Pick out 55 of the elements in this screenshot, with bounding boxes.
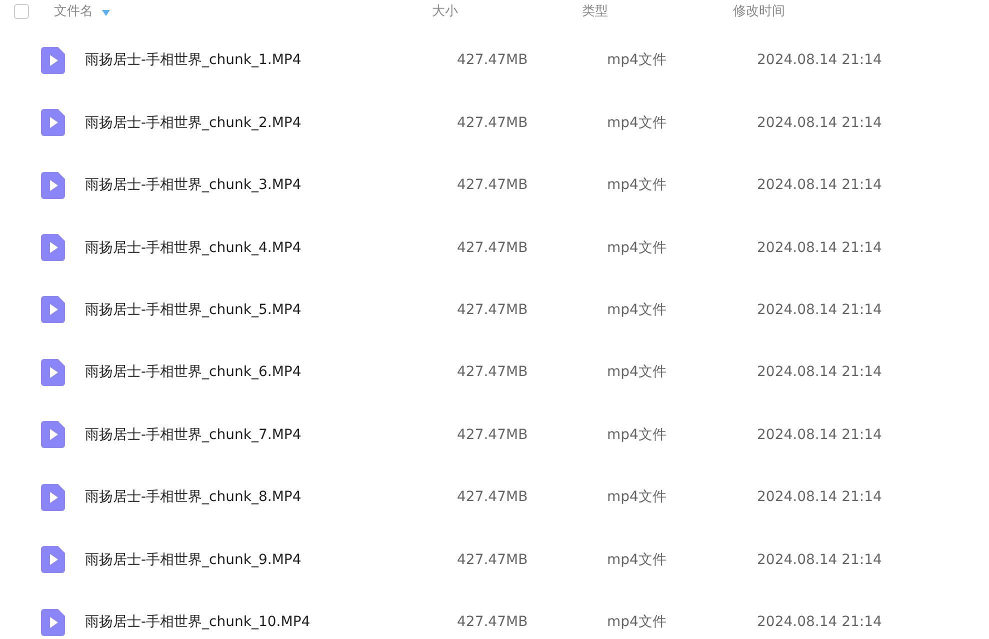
column-header[interactable]: 文件名	[54, 2, 93, 20]
video-file-icon	[41, 46, 65, 74]
file-type: mp4文件	[607, 176, 668, 194]
file-type: mp4文件	[607, 51, 668, 70]
file-size: 427.47MB	[457, 114, 529, 131]
modified-time: 2024.08.14 21:14	[757, 364, 882, 380]
file-name[interactable]: 雨扬居士-手相世界_chunk_10.MP4	[85, 613, 457, 632]
column-header[interactable]: 修改时间	[733, 2, 785, 20]
modified-time: 2024.08.14 21:14	[757, 552, 882, 568]
file-size: 427.47MB	[457, 426, 529, 443]
file-name[interactable]: 雨扬居士-手相世界_chunk_5.MP4	[85, 300, 457, 319]
file-type: mp4文件	[607, 238, 668, 257]
file-name[interactable]: 雨扬居士-手相世界_chunk_3.MP4	[85, 176, 457, 194]
modified-time: 2024.08.14 21:14	[757, 426, 882, 443]
video-file-icon	[41, 608, 65, 636]
file-type: mp4文件	[607, 363, 668, 382]
file-size: 427.47MB	[457, 302, 529, 318]
video-file-icon	[41, 234, 65, 262]
file-name[interactable]: 雨扬居士-手相世界_chunk_7.MP4	[85, 426, 457, 444]
video-file-icon	[41, 109, 65, 136]
file-size: 427.47MB	[457, 552, 529, 568]
file-name[interactable]: 雨扬居士-手相世界_chunk_1.MP4	[85, 51, 457, 70]
modified-time: 2024.08.14 21:14	[757, 614, 882, 630]
modified-time: 2024.08.14 21:14	[757, 302, 882, 318]
file-type: mp4文件	[607, 488, 668, 506]
video-file-icon	[41, 484, 65, 511]
file-name[interactable]: 雨扬居士-手相世界_chunk_4.MP4	[85, 238, 457, 257]
modified-time: 2024.08.14 21:14	[757, 177, 882, 194]
file-type: mp4文件	[607, 300, 668, 319]
file-type: mp4文件	[607, 114, 668, 132]
video-file-icon	[41, 421, 65, 448]
file-size: 427.47MB	[457, 614, 529, 630]
modified-time: 2024.08.14 21:14	[757, 240, 882, 256]
select-all-checkbox[interactable]	[14, 4, 29, 18]
modified-time: 2024.08.14 21:14	[757, 52, 882, 68]
video-file-icon	[41, 546, 65, 574]
column-header[interactable]: 大小	[432, 2, 458, 20]
video-file-icon	[41, 172, 65, 199]
column-header[interactable]: 类型	[582, 2, 608, 20]
file-size: 427.47MB	[457, 177, 529, 194]
file-name[interactable]: 雨扬居士-手相世界_chunk_2.MP4	[85, 114, 457, 132]
video-file-icon	[41, 296, 65, 324]
file-name[interactable]: 雨扬居士-手相世界_chunk_9.MP4	[85, 550, 457, 569]
file-size: 427.47MB	[457, 52, 529, 68]
file-name[interactable]: 雨扬居士-手相世界_chunk_6.MP4	[85, 363, 457, 382]
file-type: mp4文件	[607, 613, 668, 632]
file-size: 427.47MB	[457, 489, 529, 506]
file-size: 427.47MB	[457, 240, 529, 256]
file-size: 427.47MB	[457, 364, 529, 380]
file-name[interactable]: 雨扬居士-手相世界_chunk_8.MP4	[85, 488, 457, 506]
video-file-icon	[41, 358, 65, 386]
modified-time: 2024.08.14 21:14	[757, 489, 882, 506]
file-type: mp4文件	[607, 426, 668, 444]
file-type: mp4文件	[607, 550, 668, 569]
modified-time: 2024.08.14 21:14	[757, 114, 882, 131]
